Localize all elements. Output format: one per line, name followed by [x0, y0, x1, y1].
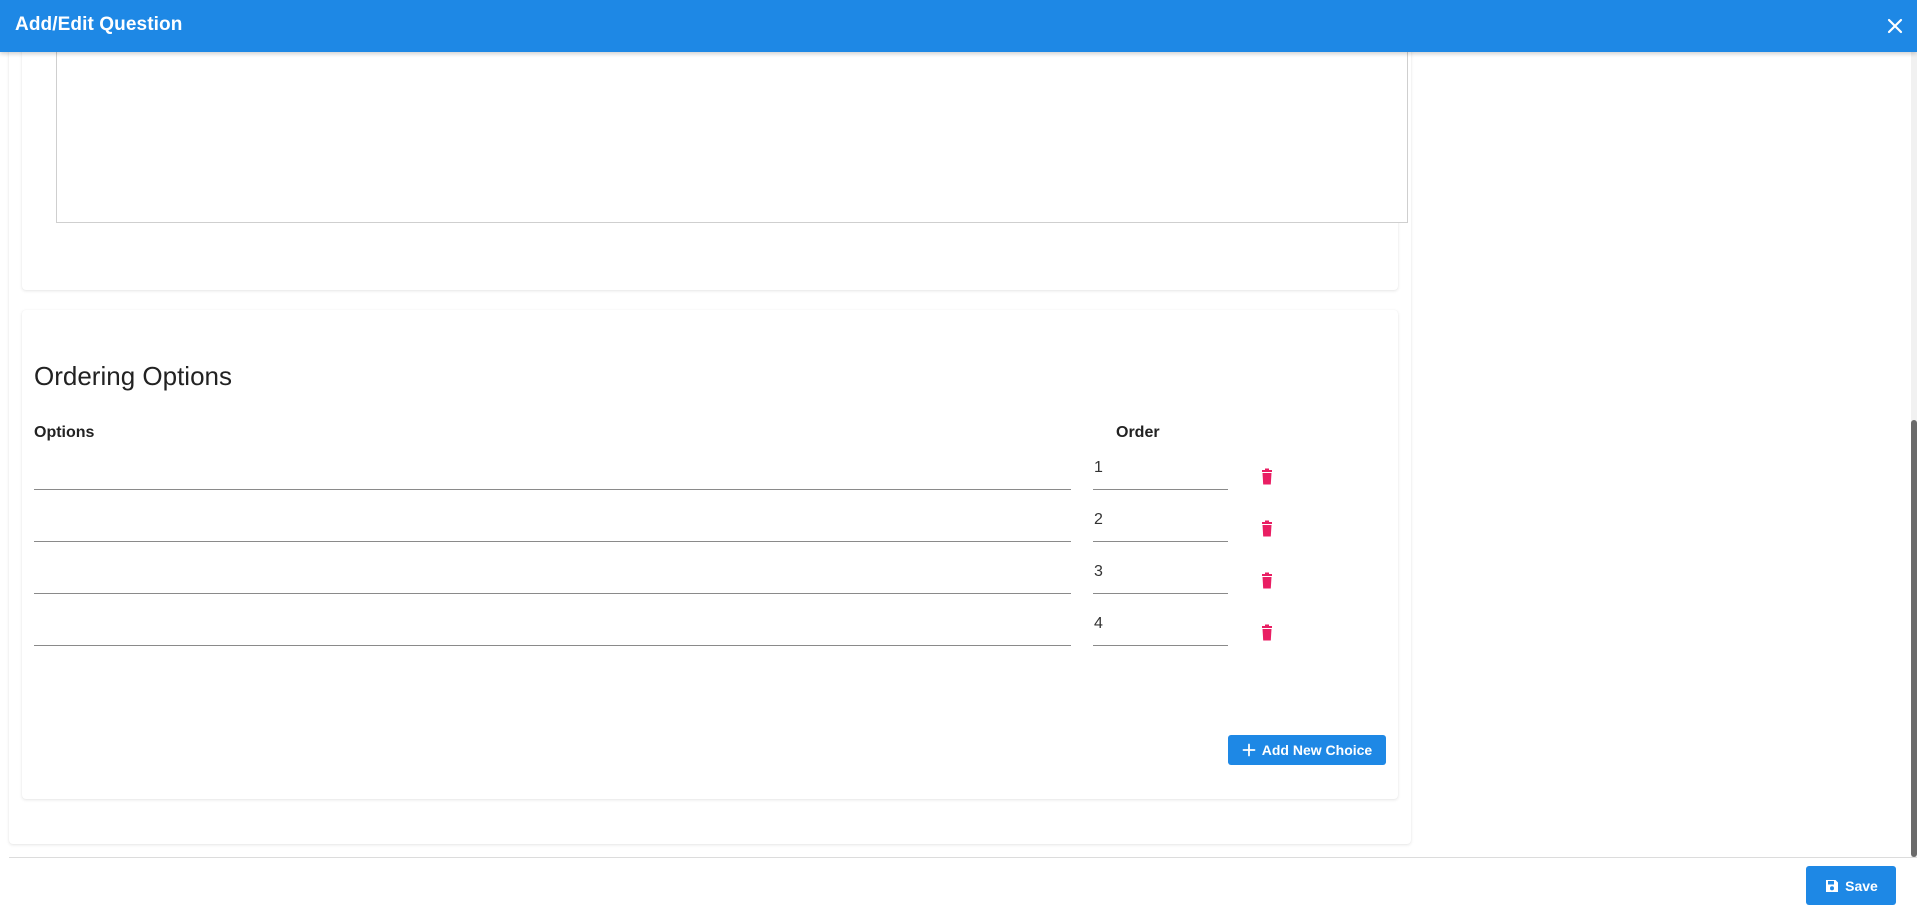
option-text-input[interactable]: [34, 562, 1071, 594]
section-title: Ordering Options: [34, 361, 232, 391]
option-text-input[interactable]: [34, 458, 1071, 490]
dialog-header: Add/Edit Question: [0, 0, 1917, 52]
close-icon[interactable]: [1885, 16, 1905, 36]
column-header-options: Options: [34, 424, 95, 441]
option-text-input[interactable]: [34, 510, 1071, 542]
delete-icon[interactable]: [1257, 467, 1277, 487]
question-text-editor[interactable]: [56, 52, 1408, 223]
option-row: [22, 450, 1398, 500]
add-new-choice-label: Add New Choice: [1261, 742, 1373, 758]
save-icon: [1826, 879, 1839, 892]
footer-divider: [9, 857, 1917, 858]
order-input[interactable]: [1093, 562, 1228, 594]
save-button[interactable]: Save: [1806, 866, 1896, 905]
dialog-title: Add/Edit Question: [15, 14, 183, 35]
add-new-choice-button[interactable]: Add New Choice: [1228, 735, 1386, 765]
option-row: [22, 606, 1398, 656]
dialog-content: Ordering Options Options Order 1 2 3 4 A…: [0, 52, 1917, 857]
delete-icon[interactable]: [1257, 623, 1277, 643]
option-row: [22, 554, 1398, 604]
ordering-options-card: Ordering Options Options Order 1 2 3 4 A…: [22, 310, 1398, 799]
column-header-order: Order: [1116, 424, 1160, 441]
save-label: Save: [1845, 877, 1878, 894]
order-input[interactable]: [1093, 614, 1228, 646]
scrollbar-thumb[interactable]: [1911, 420, 1917, 857]
delete-icon[interactable]: [1257, 571, 1277, 591]
delete-icon[interactable]: [1257, 519, 1277, 539]
option-text-input[interactable]: [34, 614, 1071, 646]
question-text-card: [22, 52, 1408, 290]
order-input[interactable]: [1093, 458, 1228, 490]
plus-icon: [1242, 743, 1256, 757]
option-row: [22, 502, 1398, 552]
order-input[interactable]: [1093, 510, 1228, 542]
